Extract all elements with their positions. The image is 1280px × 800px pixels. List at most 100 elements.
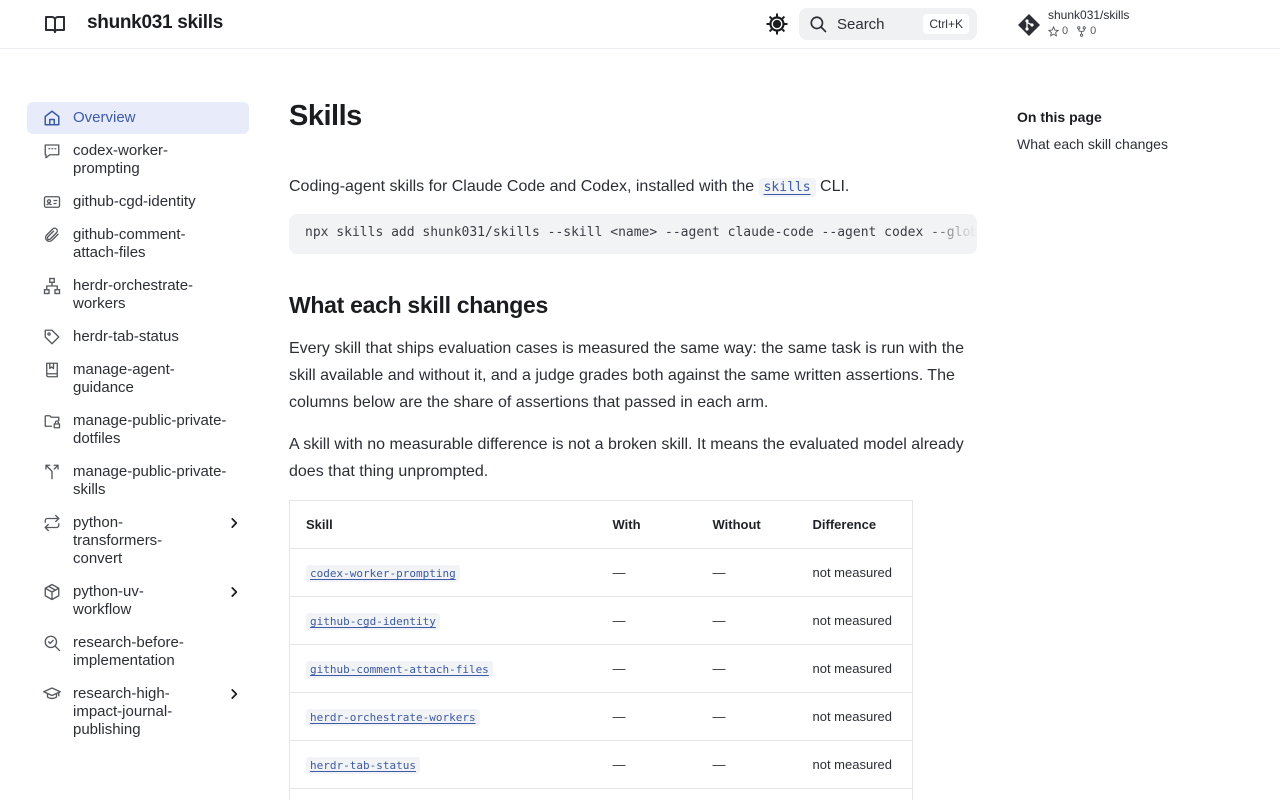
sidebar-item-github-cgd-identity[interactable]: github-cgd-identity [27,186,249,218]
main-content: Skills Coding-agent skills for Claude Co… [289,100,977,800]
sidebar-item-label: research-before-implementation [73,634,184,669]
with-cell: — [596,692,697,741]
sidebar-item-herdr-tab-status[interactable]: herdr-tab-status [27,321,249,353]
search-shortcut-badge: Ctrl+K [923,14,969,34]
skill-link[interactable]: herdr-orchestrate-workers [306,709,480,726]
home-icon [44,110,60,126]
with-cell: — [596,596,697,645]
book-icon [46,362,58,378]
fork-icon [1077,25,1086,37]
skill-link[interactable]: codex-worker-prompting [306,565,460,582]
without-cell: — [696,596,797,645]
difference-cell: not measured [796,548,913,597]
skill-cell: herdr-tab-status [289,740,597,789]
sidebar-item-label: Overview [73,109,136,126]
fork-count: 0 [1090,25,1097,37]
paperclip-icon [45,227,59,242]
sidebar-item-manage-agent-guidance[interactable]: manage-agent-guidance [27,354,249,404]
intro-before: Coding-agent skills for Claude Code and … [289,178,759,195]
without-cell: — [696,644,797,693]
top-header: shunk031 skills Search Ctrl+K shunk031/s… [0,0,1280,49]
intro-text: Coding-agent skills for Claude Code and … [289,176,977,199]
sidebar-item-research-before-implementation[interactable]: research-before-implementation [27,627,249,677]
without-cell: — [696,740,797,789]
sidebar-item-overview[interactable]: Overview [27,102,249,134]
skill-cell: codex-worker-prompting [289,548,597,597]
difference-cell: not measured [796,692,913,741]
section-heading: What each skill changes [289,292,548,318]
sidebar-item-label: manage-agent-guidance [73,361,175,396]
difference-cell: not measured [796,596,913,645]
repeat-icon [44,514,60,532]
graduation-cap-icon [43,687,61,700]
without-cell: — [696,692,797,741]
repo-stats: 0 0 [1048,25,1096,37]
sidebar-item-label: research-high-impact-journal-publishing [73,685,173,738]
with-cell: — [596,644,697,693]
install-command-codeblock[interactable]: npx skills add shunk031/skills --skill <… [289,214,977,254]
skill-cell [289,788,597,800]
star-icon [1048,25,1059,37]
open-book-icon[interactable] [43,12,67,36]
chevron-right-icon[interactable] [227,687,241,701]
on-this-page-toc: On this page What each skill changes [1017,109,1257,152]
without-cell: — [696,548,797,597]
skills-table: Skill With Without Difference codex-work… [289,500,913,800]
search-button[interactable]: Search Ctrl+K [799,8,977,40]
chat-icon [44,144,60,159]
toc-link-what-each-skill-changes[interactable]: What each skill changes [1017,136,1257,152]
sidebar-item-manage-public-private-skills[interactable]: manage-public-private-skills [27,456,249,506]
difference-cell [796,788,913,800]
skill-cell: github-comment-attach-files [289,644,597,693]
table-header-row: Skill With Without Difference [289,500,913,549]
without-cell [696,788,797,800]
sidebar-item-label: codex-worker-prompting [73,142,169,177]
package-icon [44,583,60,601]
sidebar-item-herdr-orchestrate-workers[interactable]: herdr-orchestrate-workers [27,270,249,320]
with-cell [596,788,697,800]
skills-cli-link[interactable]: skills [758,178,816,197]
sidebar-item-label: herdr-tab-status [73,328,179,345]
sidebar-item-manage-public-private-dotfiles[interactable]: manage-public-private-dotfiles [27,405,249,455]
skill-link[interactable]: herdr-tab-status [306,757,420,774]
skill-link[interactable]: github-cgd-identity [306,613,440,630]
chevron-right-icon[interactable] [227,516,241,530]
table-row: github-cgd-identity — — not measured [289,596,913,645]
sidebar-item-label: github-cgd-identity [73,193,196,210]
theme-toggle-icon[interactable] [765,12,789,36]
table-row: herdr-orchestrate-workers — — not measur… [289,692,913,741]
sidebar-item-python-uv-workflow[interactable]: python-uv-workflow [27,576,249,626]
site-title[interactable]: shunk031 skills [87,12,223,34]
search-check-icon [44,635,61,652]
column-header-without: Without [696,500,797,549]
table-row: github-comment-attach-files — — not meas… [289,644,913,693]
folder-lock-icon [44,415,61,429]
with-cell: — [596,740,697,789]
split-arrow-icon [45,464,59,480]
sidebar-item-github-comment-attach-files[interactable]: github-comment-attach-files [27,219,249,269]
search-icon [810,16,827,33]
sidebar-item-label: herdr-orchestrate-workers [73,277,194,312]
sidebar-item-research-high-impact-journal-publishing[interactable]: research-high-impact-journal-publishing [27,678,249,746]
sidebar-item-codex-worker-prompting[interactable]: codex-worker-prompting [27,135,249,185]
skill-cell: herdr-orchestrate-workers [289,692,597,741]
sidebar-item-label: github-comment-attach-files [73,226,186,261]
sidebar-item-label: python-transformers-convert [73,514,163,567]
id-card-icon [43,196,61,208]
difference-cell: not measured [796,644,913,693]
search-label: Search [837,16,885,33]
sidebar-nav: Overview codex-worker-prompting github-c… [27,102,249,747]
table-row: codex-worker-prompting — — not measured [289,548,913,597]
sidebar-item-python-transformers-convert[interactable]: python-transformers-convert [27,507,249,575]
chevron-right-icon[interactable] [227,585,241,599]
table-row: herdr-tab-status — — not measured [289,740,913,789]
skill-link[interactable]: github-comment-attach-files [306,661,493,678]
sidebar-item-label: manage-public-private-dotfiles [73,412,227,447]
repo-name: shunk031/skills [1048,8,1130,22]
with-cell: — [596,548,697,597]
no-difference-note: A skill with no measurable difference is… [289,436,964,480]
network-icon [43,277,61,295]
star-count: 0 [1062,25,1069,37]
evaluation-description: Every skill that ships evaluation cases … [289,340,964,411]
column-header-skill: Skill [289,500,597,549]
